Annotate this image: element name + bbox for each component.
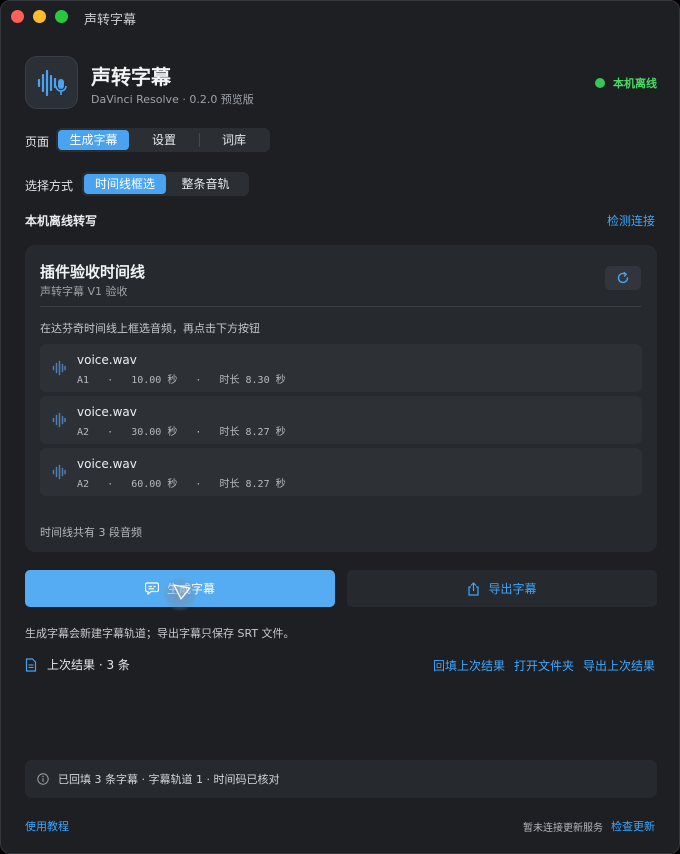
clip-name: voice.wav xyxy=(77,353,137,367)
timeline-name: 插件验收时间线 xyxy=(40,263,146,281)
waveform-mic-icon xyxy=(25,56,78,109)
subtitle-bubble-icon xyxy=(144,582,159,595)
waveform-icon xyxy=(52,360,66,376)
cursor-arrow-icon xyxy=(173,584,191,600)
info-icon xyxy=(37,773,49,785)
clip-meta: A2 · 60.00 秒 · 时长 8.27 秒 xyxy=(77,479,286,490)
refresh-button[interactable] xyxy=(605,266,641,290)
clip-duration-label: 时长 xyxy=(219,375,240,386)
clip-track: A2 xyxy=(77,479,90,490)
mode-timeline-selection[interactable]: 时间线框选 xyxy=(84,174,166,194)
update-status: 暂未连接更新服务 xyxy=(523,822,603,834)
export-subtitles-button[interactable]: 导出字幕 xyxy=(347,570,657,607)
audio-count: 时间线共有 3 段音频 xyxy=(40,526,142,539)
card-divider xyxy=(40,306,641,307)
clip-duration-label: 时长 xyxy=(219,479,240,490)
connection-status: 本机离线 xyxy=(595,75,657,91)
tab-generate[interactable]: 生成字幕 xyxy=(58,130,129,150)
clip-duration-label: 时长 xyxy=(219,427,240,438)
result-actions: 回填上次结果 打开文件夹 导出上次结果 xyxy=(433,657,655,674)
banner-text: 已回填 3 条字幕 · 字幕轨道 1 · 时间码已核对 xyxy=(58,773,280,786)
project-name: 声转字幕 V1 验收 xyxy=(40,285,128,298)
select-mode-label: 选择方式 xyxy=(25,179,74,193)
app-name: 声转字幕 xyxy=(91,65,171,89)
clip-meta: A2 · 30.00 秒 · 时长 8.27 秒 xyxy=(77,427,286,438)
export-last-result-link[interactable]: 导出上次结果 xyxy=(583,657,655,674)
clip-item[interactable]: voice.wav A2 · 30.00 秒 · 时长 8.27 秒 xyxy=(40,396,642,444)
waveform-icon xyxy=(52,464,66,480)
mode-whole-track[interactable]: 整条音轨 xyxy=(166,174,245,194)
clip-duration: 8.27 秒 xyxy=(245,427,286,438)
tutorial-link[interactable]: 使用教程 xyxy=(25,818,69,834)
app-window: 声转字幕 声转字幕 DaVinci Resolve · 0.2.0 预览版 本机… xyxy=(0,0,680,854)
clip-track: A1 xyxy=(77,375,90,386)
maximize-window-button[interactable] xyxy=(55,10,68,23)
detect-connection-link[interactable]: 检测连接 xyxy=(607,212,655,229)
last-result: 上次结果 · 3 条 xyxy=(25,656,130,673)
tab-settings[interactable]: 设置 xyxy=(129,130,199,150)
clip-item[interactable]: voice.wav A1 · 10.00 秒 · 时长 8.30 秒 xyxy=(40,344,642,392)
share-export-icon xyxy=(468,581,480,596)
clip-meta: A1 · 10.00 秒 · 时长 8.30 秒 xyxy=(77,375,286,386)
minimize-window-button[interactable] xyxy=(33,10,46,23)
clip-duration: 8.30 秒 xyxy=(245,375,286,386)
clip-duration: 8.27 秒 xyxy=(245,479,286,490)
waveform-icon xyxy=(52,412,66,428)
status-label: 本机离线 xyxy=(613,77,657,90)
last-result-label: 上次结果 · 3 条 xyxy=(47,658,130,672)
document-icon xyxy=(25,657,37,672)
action-note: 生成字幕会新建字幕轨道；导出字幕只保存 SRT 文件。 xyxy=(25,627,295,640)
clip-start: 30.00 秒 xyxy=(131,427,178,438)
refill-last-result-link[interactable]: 回填上次结果 xyxy=(433,657,505,674)
page-nav-label: 页面 xyxy=(25,135,50,149)
update-area: 暂未连接更新服务 检查更新 xyxy=(523,818,655,834)
status-banner: 已回填 3 条字幕 · 字幕轨道 1 · 时间码已核对 xyxy=(25,760,657,798)
selection-hint: 在达芬奇时间线上框选音频，再点击下方按钮 xyxy=(40,322,260,335)
app-header: 声转字幕 DaVinci Resolve · 0.2.0 预览版 本机离线 xyxy=(25,56,657,110)
engine-title: 本机离线转写 xyxy=(25,214,98,228)
export-label: 导出字幕 xyxy=(488,582,537,596)
clip-name: voice.wav xyxy=(77,405,137,419)
clip-name: voice.wav xyxy=(77,457,137,471)
close-window-button[interactable] xyxy=(11,10,24,23)
timeline-card: 插件验收时间线 声转字幕 V1 验收 在达芬奇时间线上框选音频，再点击下方按钮 … xyxy=(25,245,657,552)
check-update-link[interactable]: 检查更新 xyxy=(611,818,655,834)
status-dot-icon xyxy=(595,78,605,88)
page-tabs: 生成字幕 设置 词库 xyxy=(56,128,270,152)
title-bar: 声转字幕 xyxy=(1,1,679,33)
clip-start: 10.00 秒 xyxy=(131,375,178,386)
clip-start: 60.00 秒 xyxy=(131,479,178,490)
clip-item[interactable]: voice.wav A2 · 60.00 秒 · 时长 8.27 秒 xyxy=(40,448,642,496)
window-title: 声转字幕 xyxy=(84,13,137,28)
tab-lexicon[interactable]: 词库 xyxy=(200,130,268,150)
app-version: DaVinci Resolve · 0.2.0 预览版 xyxy=(91,93,254,106)
select-mode-toggle: 时间线框选 整条音轨 xyxy=(82,172,249,196)
refresh-icon xyxy=(617,271,629,284)
open-folder-link[interactable]: 打开文件夹 xyxy=(514,657,574,674)
clip-track: A2 xyxy=(77,427,90,438)
